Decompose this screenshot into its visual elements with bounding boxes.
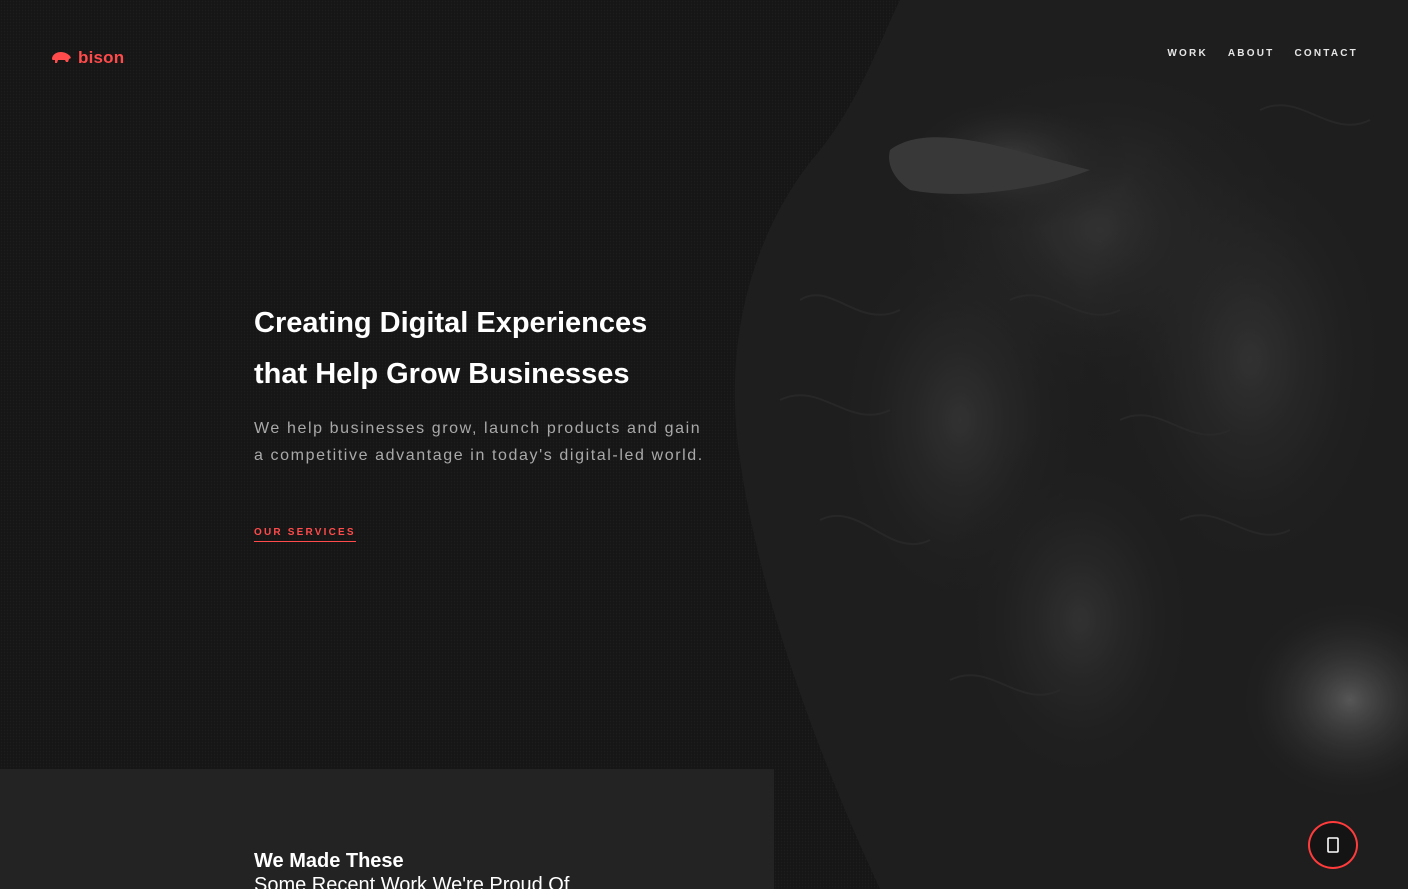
hero-description: We help businesses grow, launch products…: [254, 420, 704, 464]
brand-logo[interactable]: bison: [50, 48, 124, 68]
work-section-subtitle: Some Recent Work We're Proud Of: [254, 874, 570, 889]
scroll-down-button[interactable]: [1308, 821, 1358, 869]
page: bison WORK ABOUT CONTACT Creating Digita…: [0, 0, 1408, 889]
bison-logo-icon: [52, 52, 71, 63]
work-section-title: We Made These: [254, 850, 404, 872]
nav-item-about[interactable]: ABOUT: [1228, 48, 1275, 59]
nav-item-contact[interactable]: CONTACT: [1294, 48, 1358, 59]
main-nav: WORK ABOUT CONTACT: [1167, 48, 1358, 59]
our-services-link[interactable]: OUR SERVICES: [254, 527, 356, 542]
hero-title-line-2: that Help Grow Businesses: [254, 358, 630, 390]
nav-item-work[interactable]: WORK: [1167, 48, 1207, 59]
arrow-down-icon: [1327, 837, 1339, 853]
hero-background-bison-image: [0, 0, 1408, 889]
hero-title-line-1: Creating Digital Experiences: [254, 307, 648, 339]
brand-name: bison: [78, 48, 125, 67]
hero-title: Creating Digital Experiences that Help G…: [254, 298, 724, 400]
